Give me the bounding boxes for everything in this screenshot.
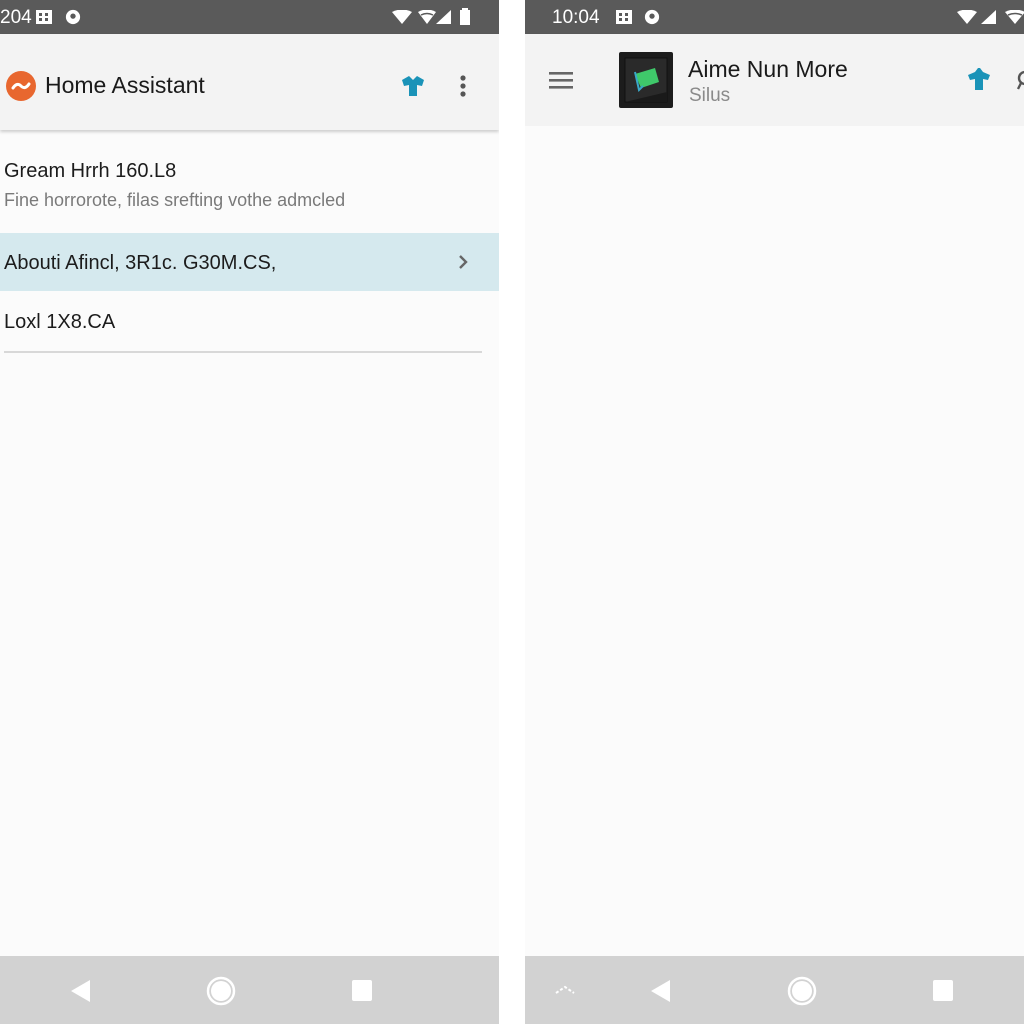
back-icon[interactable] [70, 979, 92, 1003]
battery-icon [460, 8, 470, 25]
menu-icon[interactable] [549, 71, 573, 89]
list-item-selected[interactable]: Abouti Afincl, 3R1c. G30M.CS, [0, 233, 499, 291]
right-screen: 10:04 Aime Nun More Silus [525, 0, 1024, 1024]
recents-icon[interactable] [933, 980, 953, 1001]
search-icon[interactable] [1015, 70, 1024, 92]
navigation-bar [0, 956, 499, 1024]
divider [4, 351, 482, 353]
left-screen: 204 Home Assistant Gream Hrrh 160.L8 Fin… [0, 0, 499, 1024]
status-time: 10:04 [552, 7, 600, 28]
status-bar: 204 [0, 0, 499, 34]
list-item[interactable]: Gream Hrrh 160.L8 Fine horrorote, filas … [0, 140, 499, 232]
keyboard-hide-icon[interactable] [554, 985, 576, 995]
cell-signal-icon [981, 10, 996, 24]
app-bar: Home Assistant [0, 34, 499, 130]
accent-action-icon[interactable] [966, 68, 992, 92]
notification-grid-icon [36, 10, 52, 24]
home-assistant-logo-icon [6, 71, 36, 101]
back-icon[interactable] [650, 979, 672, 1003]
wifi-icon [418, 10, 436, 24]
list-item-title: Gream Hrrh 160.L8 [4, 160, 177, 182]
app-title: Aime Nun More [688, 56, 848, 82]
content-area [525, 126, 1024, 956]
home-icon[interactable] [206, 976, 236, 1006]
app-thumbnail-icon [619, 52, 673, 108]
location-pin-icon [65, 9, 81, 25]
list-item-subtitle: Fine horrorote, filas srefting vothe adm… [4, 190, 346, 210]
status-time: 204 [0, 7, 32, 28]
more-vert-icon[interactable] [458, 74, 468, 100]
navigation-bar [525, 956, 1024, 1024]
notification-grid-icon [616, 10, 632, 24]
chevron-right-icon [459, 255, 468, 269]
recents-icon[interactable] [352, 980, 372, 1001]
cell-signal-icon [436, 10, 451, 24]
accent-action-icon[interactable] [400, 74, 426, 98]
wifi-icon [1005, 10, 1024, 24]
app-title: Home Assistant [45, 72, 205, 98]
list-item[interactable]: Loxl 1X8.CA [0, 292, 499, 352]
wifi-icon [392, 10, 412, 24]
app-bar: Aime Nun More Silus [525, 34, 1024, 126]
home-icon[interactable] [787, 976, 817, 1006]
list-item-title: Abouti Afincl, 3R1c. G30M.CS, [4, 252, 277, 274]
status-bar: 10:04 [525, 0, 1024, 34]
location-pin-icon [644, 9, 660, 25]
screen-divider [499, 0, 525, 1024]
wifi-icon [957, 10, 977, 24]
app-subtitle: Silus [689, 85, 731, 106]
list-item-title: Loxl 1X8.CA [4, 311, 116, 333]
